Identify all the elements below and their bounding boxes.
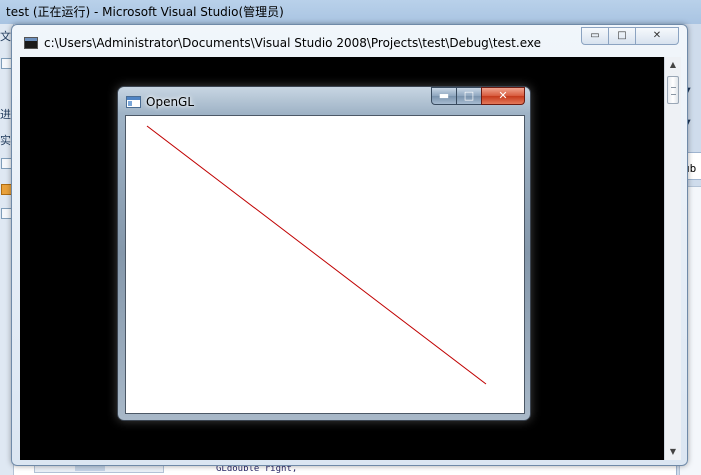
opengl-close-button[interactable]: ✕ <box>481 87 525 105</box>
console-window-title: c:\Users\Administrator\Documents\Visual … <box>44 36 541 50</box>
opengl-title-bar[interactable]: OpenGL <box>124 91 424 113</box>
vs-window-title: test (正在运行) - Microsoft Visual Studio(管理… <box>6 5 284 19</box>
opengl-window[interactable]: OpenGL ▬ □ ✕ <box>117 86 531 421</box>
window-app-icon <box>126 96 141 108</box>
opengl-window-title: OpenGL <box>146 95 195 109</box>
console-maximize-button[interactable]: □ <box>608 27 636 45</box>
opengl-maximize-button[interactable]: □ <box>456 87 482 105</box>
opengl-minimize-button[interactable]: ▬ <box>431 87 457 105</box>
opengl-canvas[interactable] <box>125 115 525 414</box>
console-minimize-button[interactable]: ▭ <box>581 27 609 45</box>
console-vertical-scrollbar[interactable]: ▲ ▼ <box>664 57 681 460</box>
opengl-render-surface <box>146 125 487 385</box>
scroll-down-icon[interactable]: ▼ <box>665 444 681 460</box>
opengl-caption-buttons: ▬ □ ✕ <box>431 87 525 105</box>
console-caption-buttons: ▭ □ ✕ <box>581 27 679 45</box>
rendered-line <box>146 125 487 385</box>
console-app-icon <box>24 37 38 49</box>
console-scroll-thumb[interactable] <box>667 76 679 104</box>
console-close-button[interactable]: ✕ <box>635 27 679 45</box>
scroll-up-icon[interactable]: ▲ <box>665 57 681 73</box>
vs-title-bar: test (正在运行) - Microsoft Visual Studio(管理… <box>0 0 701 24</box>
console-title-bar[interactable]: c:\Users\Administrator\Documents\Visual … <box>22 29 582 57</box>
